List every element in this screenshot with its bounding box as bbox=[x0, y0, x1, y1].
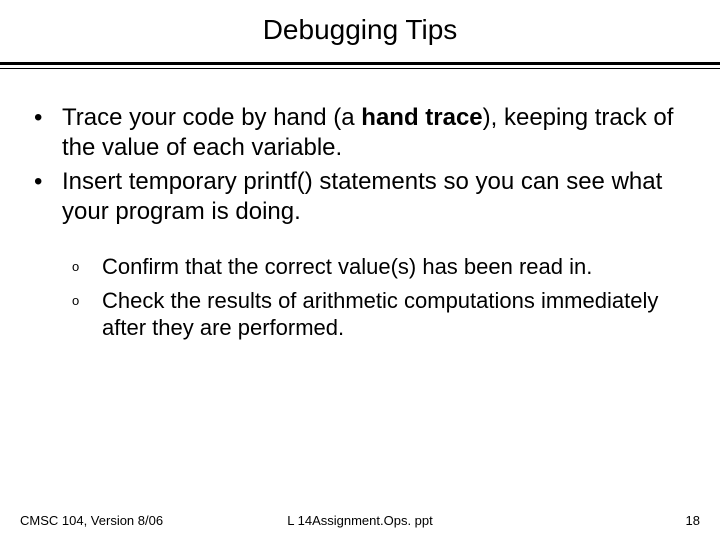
bullet-marker: • bbox=[28, 103, 62, 163]
slide-body: • Trace your code by hand (a hand trace)… bbox=[0, 69, 720, 342]
footer-left: CMSC 104, Version 8/06 bbox=[20, 513, 163, 528]
footer: CMSC 104, Version 8/06 L 14Assignment.Op… bbox=[0, 513, 720, 528]
sub-bullet-item: o Check the results of arithmetic comput… bbox=[72, 287, 692, 342]
sub-bullet-text: Check the results of arithmetic computat… bbox=[102, 287, 692, 342]
bullet-item: • Insert temporary printf() statements s… bbox=[28, 167, 692, 227]
bullet-item: • Trace your code by hand (a hand trace)… bbox=[28, 103, 692, 163]
sub-bullet-text: Confirm that the correct value(s) has be… bbox=[102, 253, 692, 281]
sub-bullet-item: o Confirm that the correct value(s) has … bbox=[72, 253, 692, 281]
divider bbox=[0, 62, 720, 69]
sub-bullet-marker: o bbox=[72, 253, 102, 281]
sub-bullet-list: o Confirm that the correct value(s) has … bbox=[28, 253, 692, 342]
bullet-text: Insert temporary printf() statements so … bbox=[62, 167, 692, 227]
bullet-list: • Trace your code by hand (a hand trace)… bbox=[28, 103, 692, 227]
text-bold: hand trace bbox=[361, 104, 482, 131]
sub-bullet-marker: o bbox=[72, 287, 102, 342]
footer-page-number: 18 bbox=[686, 513, 700, 528]
text-segment: Trace your code by hand (a bbox=[62, 104, 361, 131]
bullet-marker: • bbox=[28, 167, 62, 227]
slide-title: Debugging Tips bbox=[0, 0, 720, 56]
bullet-text: Trace your code by hand (a hand trace), … bbox=[62, 103, 692, 163]
